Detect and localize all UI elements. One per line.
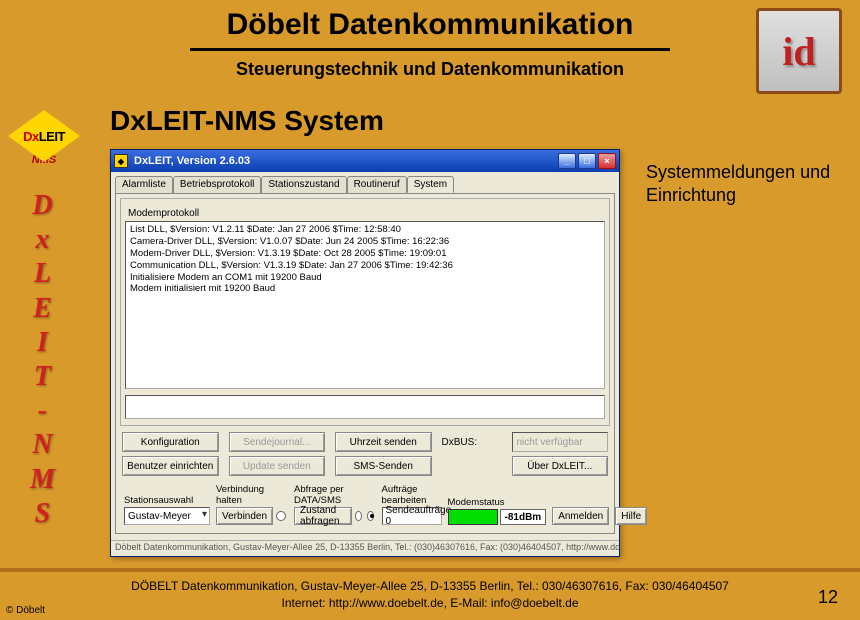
tab-routineruf[interactable]: Routineruf (347, 176, 407, 193)
sendejournal-button[interactable]: Sendejournal... (229, 432, 326, 452)
stationsauswahl-label: Stationsauswahl (124, 495, 210, 506)
footer-line2: Internet: http://www.doebelt.de, E-Mail:… (0, 595, 860, 612)
abfrage-sms-radio[interactable] (367, 511, 374, 521)
verbindung-halten-radio[interactable] (276, 511, 286, 521)
header-title: Döbelt Datenkommunikation (0, 8, 860, 42)
slide-header: Döbelt Datenkommunikation Steuerungstech… (0, 0, 860, 80)
zustand-abfragen-button[interactable]: Zustand abfragen (294, 507, 352, 525)
benutzer-einrichten-button[interactable]: Benutzer einrichten (122, 456, 219, 476)
tab-stationszustand[interactable]: Stationszustand (261, 176, 346, 193)
verbindung-halten-label: Verbindung halten (216, 484, 288, 506)
modemstatus-label: Modemstatus (448, 497, 547, 508)
modem-dbm-value: -81dBm (500, 509, 547, 525)
page-number: 12 (818, 587, 838, 608)
maximize-button[interactable]: □ (578, 153, 596, 169)
station-combo[interactable]: Gustav-Meyer (124, 507, 210, 525)
verbinden-button[interactable]: Verbinden (216, 507, 273, 525)
dxbus-value: nicht verfügbar (512, 432, 609, 452)
group-label: Modemprotokoll (125, 208, 202, 219)
tab-system[interactable]: System (407, 176, 454, 193)
dxbus-label: DxBUS: (442, 437, 502, 448)
auftraege-label: Aufträge bearbeiten (382, 484, 442, 506)
sms-senden-button[interactable]: SMS-Senden (335, 456, 432, 476)
window-titlebar[interactable]: ◆ DxLEIT, Version 2.6.03 _ □ × (111, 150, 619, 172)
company-logo: id (756, 8, 842, 94)
konfiguration-button[interactable]: Konfiguration (122, 432, 219, 452)
tab-panel-system: Modemprotokoll List DLL, $Version: V1.2.… (115, 193, 615, 534)
footer-line1: DÖBELT Datenkommunikation, Gustav-Meyer-… (0, 578, 860, 595)
close-button[interactable]: × (598, 153, 616, 169)
secondary-textarea[interactable] (125, 395, 605, 419)
window-statusbar: Döbelt Datenkommunikation, Gustav-Meyer-… (111, 540, 619, 556)
abfrage-label: Abfrage per DATA/SMS (294, 484, 375, 506)
slide: Döbelt Datenkommunikation Steuerungstech… (0, 0, 860, 620)
app-window: ◆ DxLEIT, Version 2.6.03 _ □ × Alarmlist… (110, 149, 620, 557)
bottom-toolbar: Stationsauswahl Gustav-Meyer Verbindung … (120, 482, 610, 529)
update-senden-button[interactable]: Update senden (229, 456, 326, 476)
logo-text: id (782, 28, 815, 75)
app-icon: ◆ (114, 154, 128, 168)
header-divider (190, 48, 670, 51)
content-area: DxLEIT-NMS System Systemmeldungen und Ei… (110, 105, 846, 557)
log-textarea[interactable]: List DLL, $Version: V1.2.11 $Date: Jan 2… (125, 221, 605, 389)
ueber-dxleit-button[interactable]: Über DxLEIT... (512, 456, 609, 476)
button-grid: Konfiguration Sendejournal... Uhrzeit se… (122, 432, 608, 476)
slide-footer: DÖBELT Datenkommunikation, Gustav-Meyer-… (0, 568, 860, 620)
hilfe-button[interactable]: Hilfe (615, 507, 647, 525)
header-subtitle: Steuerungstechnik und Datenkommunikation (0, 59, 860, 80)
anmelden-button[interactable]: Anmelden (552, 507, 609, 525)
abfrage-data-radio[interactable] (355, 511, 362, 521)
tab-bar: Alarmliste Betriebsprotokoll Stationszus… (111, 172, 619, 193)
sendeauftraege-field[interactable]: Sendeaufträge 0 (382, 507, 442, 525)
copyright: © Döbelt (6, 605, 45, 616)
minimize-button[interactable]: _ (558, 153, 576, 169)
tab-betriebsprotokoll[interactable]: Betriebsprotokoll (173, 176, 261, 193)
uhrzeit-senden-button[interactable]: Uhrzeit senden (335, 432, 432, 452)
side-vertical-label: D x L E I T - N M S (30, 190, 55, 530)
page-title: DxLEIT-NMS System (110, 105, 846, 137)
modemprotokoll-group: Modemprotokoll List DLL, $Version: V1.2.… (120, 198, 610, 426)
dxleit-logo: DxLEIT NMS (8, 110, 80, 166)
tab-alarmliste[interactable]: Alarmliste (115, 176, 173, 193)
modem-signal-bar (448, 509, 498, 525)
side-caption: Systemmeldungen und Einrichtung (646, 161, 836, 208)
window-title: DxLEIT, Version 2.6.03 (134, 155, 558, 167)
